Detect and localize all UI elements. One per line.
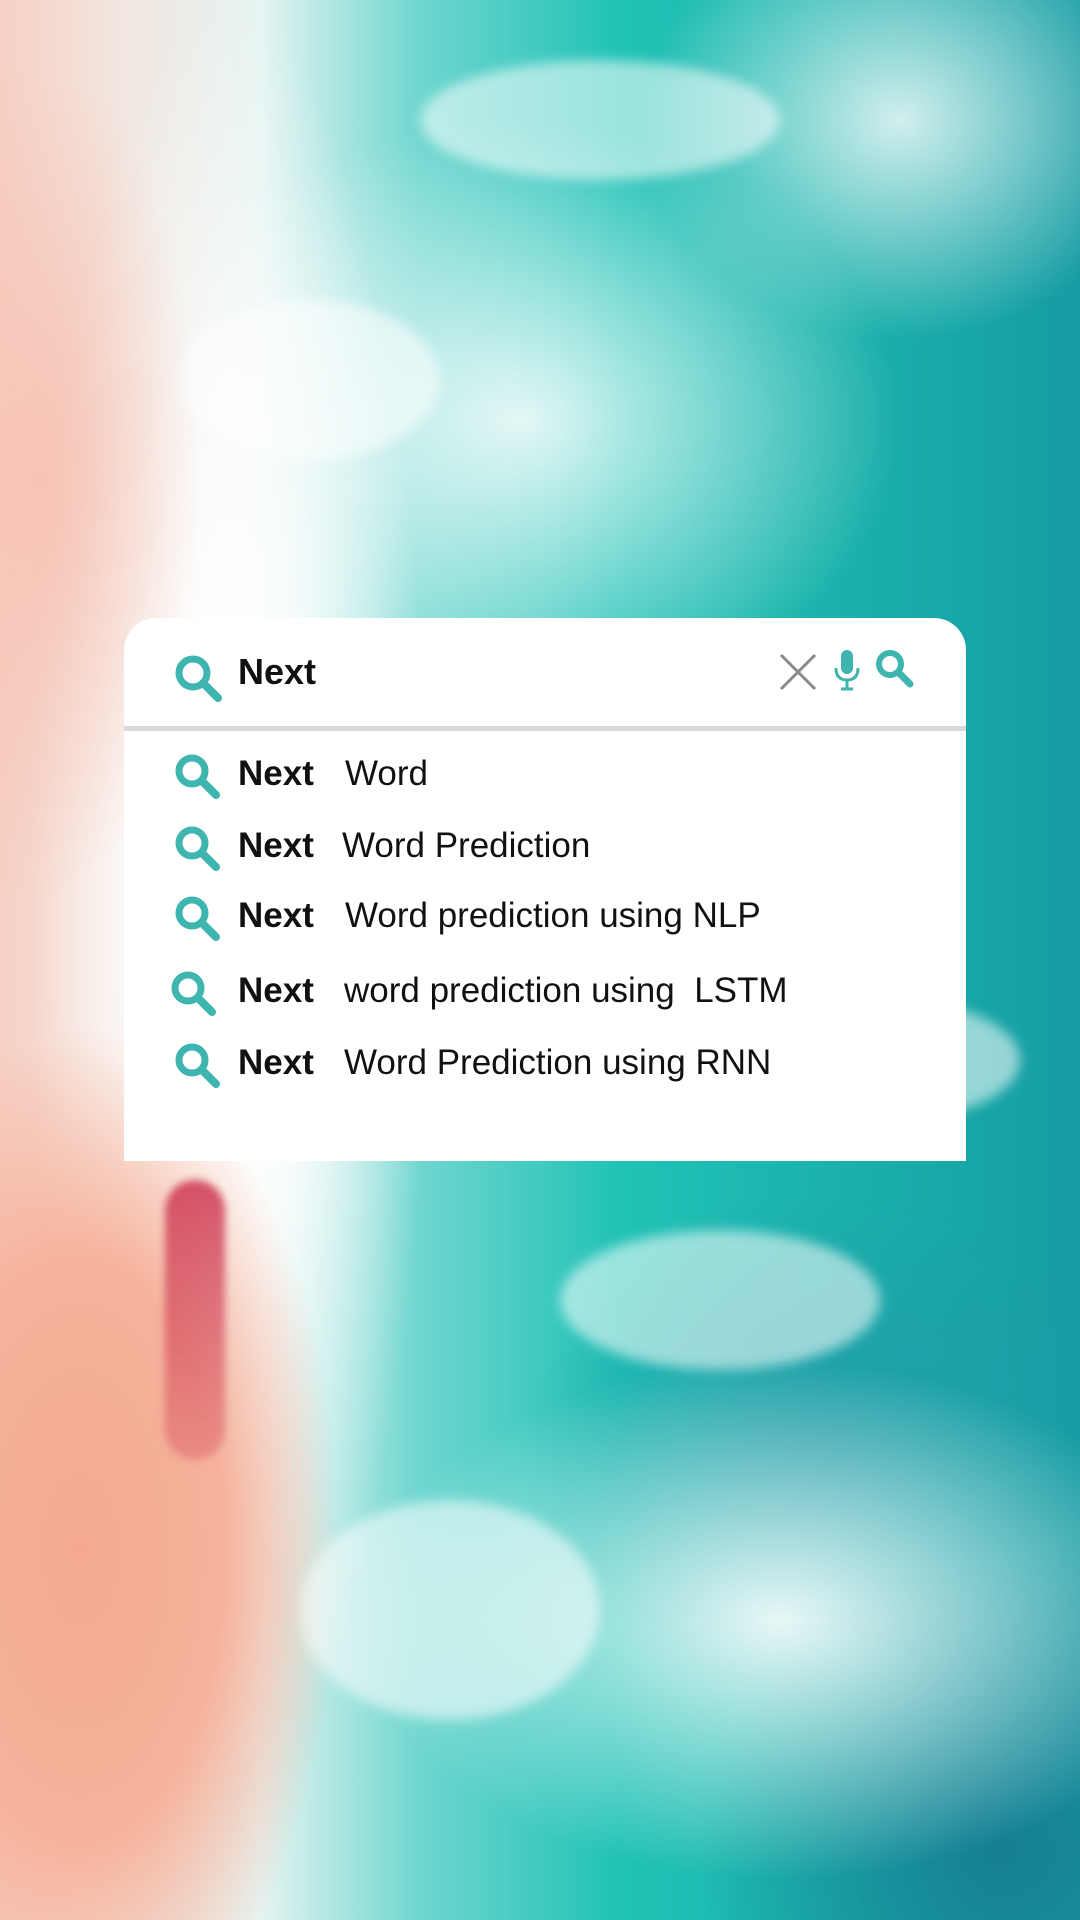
microphone-icon[interactable] [832,648,862,692]
suggestion-item[interactable]: Next word prediction using LSTM [124,960,966,1020]
suggestion-completion: Word Prediction [342,826,591,865]
suggestion-item[interactable]: Next Word prediction using NLP [124,885,966,945]
suggestion-item[interactable]: Next Word [124,743,966,803]
suggestion-prefix: Next [238,826,314,865]
suggestion-item[interactable]: Next Word Prediction [124,815,966,875]
suggestion-list: Next Word Next Word Prediction Next Word [124,731,966,1161]
search-query[interactable]: Next [238,646,316,698]
search-icon [172,823,222,873]
search-icon [172,652,224,704]
suggestion-prefix: Next [238,754,314,793]
suggestion-completion: Word Prediction using RNN [344,1043,772,1082]
suggestion-completion: word prediction using LSTM [344,971,788,1010]
search-icon [172,893,222,943]
suggestion-completion: Word prediction using NLP [345,896,761,935]
suggestion-prefix: Next [238,971,314,1010]
search-submit-icon[interactable] [874,648,914,688]
search-icon [168,968,218,1018]
suggestion-prefix: Next [238,896,314,935]
close-icon[interactable] [778,652,818,692]
search-icon [172,1040,222,1090]
search-bar[interactable]: Next [124,618,966,726]
suggestion-completion: Word [345,754,428,793]
search-icon [172,751,222,801]
suggestion-prefix: Next [238,1043,314,1082]
search-card: Next Next Word Next Word Prediction Next… [124,618,966,1161]
suggestion-item[interactable]: Next Word Prediction using RNN [124,1032,966,1092]
